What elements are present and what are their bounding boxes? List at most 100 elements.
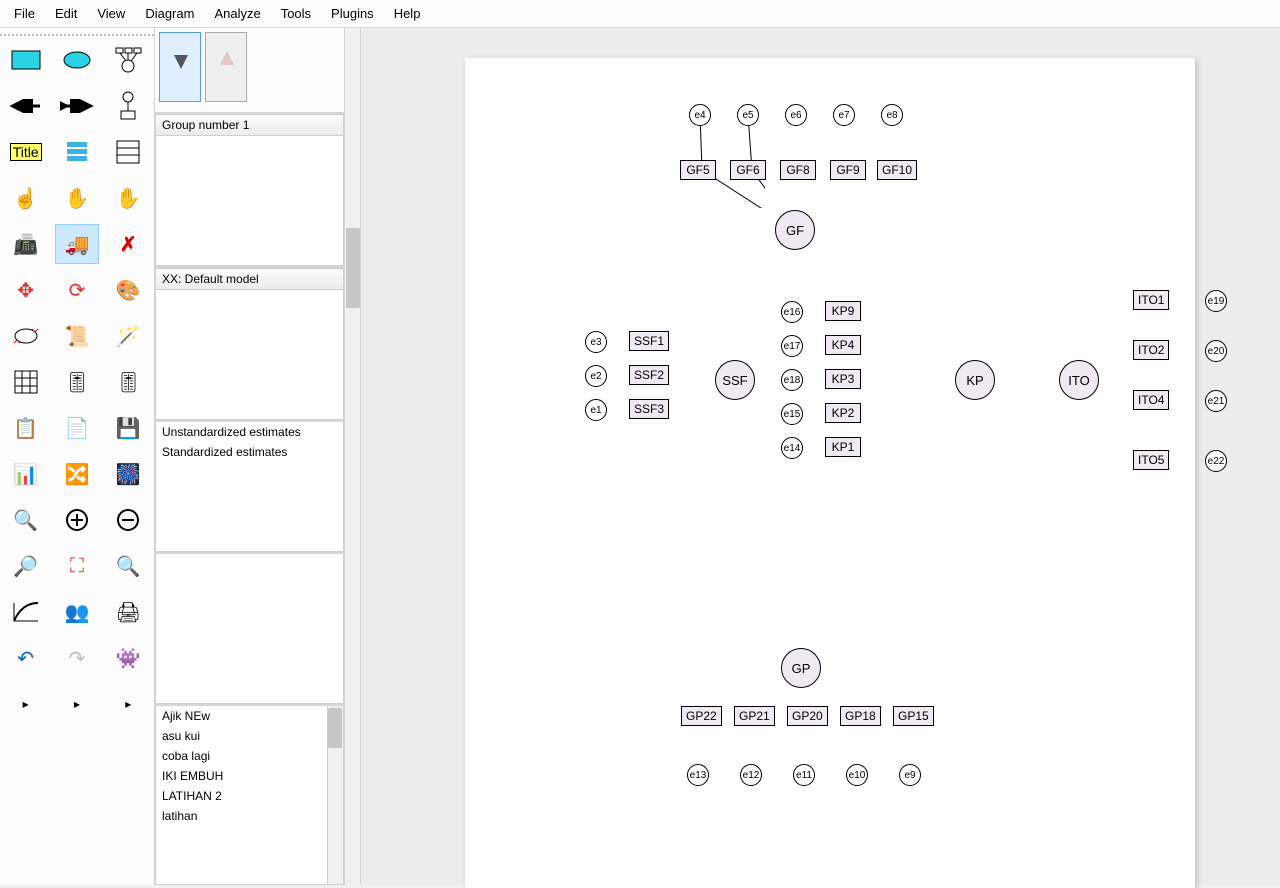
obs-KP3[interactable]: KP3: [825, 369, 861, 389]
err-e18[interactable]: e18: [781, 369, 803, 391]
err-e14[interactable]: e14: [781, 437, 803, 459]
menu-diagram[interactable]: Diagram: [135, 4, 204, 23]
redo-tool[interactable]: ↷: [55, 638, 99, 678]
files-scroll-thumb[interactable]: [328, 708, 342, 748]
err-e20[interactable]: e20: [1205, 340, 1227, 362]
wand-tool[interactable]: 🪄: [106, 316, 150, 356]
obs-GP21[interactable]: GP21: [734, 706, 775, 726]
obs-ITO2[interactable]: ITO2: [1133, 340, 1169, 360]
err-e15[interactable]: e15: [781, 403, 803, 425]
matrix-tool[interactable]: [4, 362, 48, 402]
err-e21[interactable]: e21: [1205, 390, 1227, 412]
latent-GP[interactable]: GP: [781, 648, 821, 688]
grid-list-tool[interactable]: [106, 132, 150, 172]
grab-hand-tool[interactable]: ✋: [55, 178, 99, 218]
obs-GP20[interactable]: GP20: [787, 706, 828, 726]
err-e7[interactable]: e7: [833, 104, 855, 126]
obs-GP18[interactable]: GP18: [840, 706, 881, 726]
single-arrow-tool[interactable]: [4, 86, 48, 126]
obs-KP9[interactable]: KP9: [825, 301, 861, 321]
erase-x-tool[interactable]: ✗: [106, 224, 150, 264]
obs-KP4[interactable]: KP4: [825, 335, 861, 355]
canvas-scrollbar[interactable]: [345, 28, 361, 885]
models-panel-head[interactable]: XX: Default model: [155, 268, 344, 290]
save-tool[interactable]: 💾: [106, 408, 150, 448]
play-tool[interactable]: ▸: [4, 684, 48, 724]
stats-tool[interactable]: 📊: [4, 454, 48, 494]
file-row[interactable]: IKI EMBUH: [156, 766, 343, 786]
err-e1[interactable]: e1: [585, 399, 607, 421]
estimates-row-unstd[interactable]: Unstandardized estimates: [156, 422, 343, 442]
highlight-tool[interactable]: 🔍: [106, 546, 150, 586]
scroll-tool[interactable]: 📜: [55, 316, 99, 356]
loop-tool[interactable]: [4, 316, 48, 356]
truck-tool[interactable]: 🚚: [55, 224, 99, 264]
obs-KP1[interactable]: KP1: [825, 437, 861, 457]
obs-GP22[interactable]: GP22: [681, 706, 722, 726]
shuffle-tool[interactable]: 🔀: [55, 454, 99, 494]
grab-hand-alt-tool[interactable]: ✋: [106, 178, 150, 218]
list-tool[interactable]: [55, 132, 99, 172]
file-row[interactable]: LATIHAN 2: [156, 786, 343, 806]
obs-ITO5[interactable]: ITO5: [1133, 450, 1169, 470]
latent-KP[interactable]: KP: [955, 360, 995, 400]
inspect-tool[interactable]: 🔎: [4, 546, 48, 586]
err-e8[interactable]: e8: [881, 104, 903, 126]
output-path-diagram-thumb[interactable]: [205, 32, 247, 102]
rotate-tool[interactable]: ⟳: [55, 270, 99, 310]
fit-tool[interactable]: ⛶: [55, 546, 99, 586]
colorize-tool[interactable]: 🎨: [106, 270, 150, 310]
obs-SSF2[interactable]: SSF2: [629, 365, 669, 385]
input-path-diagram-thumb[interactable]: [159, 32, 201, 102]
latent-ITO[interactable]: ITO: [1059, 360, 1099, 400]
groups-panel-head[interactable]: Group number 1: [155, 114, 344, 136]
play-alt2-tool[interactable]: ▸: [106, 684, 150, 724]
latent-indicator-tool[interactable]: [106, 40, 150, 80]
err-e13[interactable]: e13: [687, 764, 709, 786]
obs-GF5[interactable]: GF5: [680, 160, 716, 180]
zoom-in-tool[interactable]: [55, 500, 99, 540]
fader-tool[interactable]: 🎚: [55, 362, 99, 402]
obs-GF9[interactable]: GF9: [830, 160, 866, 180]
menu-edit[interactable]: Edit: [45, 4, 87, 23]
find-tool[interactable]: 👾: [106, 638, 150, 678]
obs-KP2[interactable]: KP2: [825, 403, 861, 423]
menu-plugins[interactable]: Plugins: [321, 4, 384, 23]
form-tool[interactable]: 📄: [55, 408, 99, 448]
err-e11[interactable]: e11: [793, 764, 815, 786]
obs-SSF3[interactable]: SSF3: [629, 399, 669, 419]
estimates-row-std[interactable]: Standardized estimates: [156, 442, 343, 462]
err-e6[interactable]: e6: [785, 104, 807, 126]
menu-help[interactable]: Help: [384, 4, 431, 23]
zoom-out-tool[interactable]: [106, 500, 150, 540]
people-tool[interactable]: 👥: [55, 592, 99, 632]
err-e5[interactable]: e5: [737, 104, 759, 126]
title-tool[interactable]: Title: [4, 132, 48, 172]
files-scrollbar[interactable]: [327, 706, 343, 884]
err-e2[interactable]: e2: [585, 365, 607, 387]
err-e19[interactable]: e19: [1205, 290, 1227, 312]
latent-GF[interactable]: GF: [775, 210, 815, 250]
file-row[interactable]: asu kui: [156, 726, 343, 746]
undo-tool[interactable]: ↶: [4, 638, 48, 678]
obs-SSF1[interactable]: SSF1: [629, 331, 669, 351]
menu-file[interactable]: File: [4, 4, 45, 23]
err-e17[interactable]: e17: [781, 335, 803, 357]
menu-view[interactable]: View: [87, 4, 135, 23]
file-row[interactable]: coba lagi: [156, 746, 343, 766]
err-e3[interactable]: e3: [585, 331, 607, 353]
fader-alt-tool[interactable]: 🎚: [106, 362, 150, 402]
table-tool[interactable]: 📋: [4, 408, 48, 448]
err-e4[interactable]: e4: [689, 104, 711, 126]
err-e10[interactable]: e10: [846, 764, 868, 786]
err-e9[interactable]: e9: [899, 764, 921, 786]
obs-GF6[interactable]: GF6: [730, 160, 766, 180]
err-e22[interactable]: e22: [1205, 450, 1227, 472]
print-tool[interactable]: 🖨: [106, 592, 150, 632]
diagram-page[interactable]: GFSSFKPITOGPGF5GF6GF8GF9GF10SSF1SSF2SSF3…: [465, 58, 1195, 888]
fireworks-tool[interactable]: 🎆: [106, 454, 150, 494]
point-hand-tool[interactable]: ☝: [4, 178, 48, 218]
ellipse-tool[interactable]: [55, 40, 99, 80]
menu-tools[interactable]: Tools: [271, 4, 321, 23]
err-e12[interactable]: e12: [740, 764, 762, 786]
